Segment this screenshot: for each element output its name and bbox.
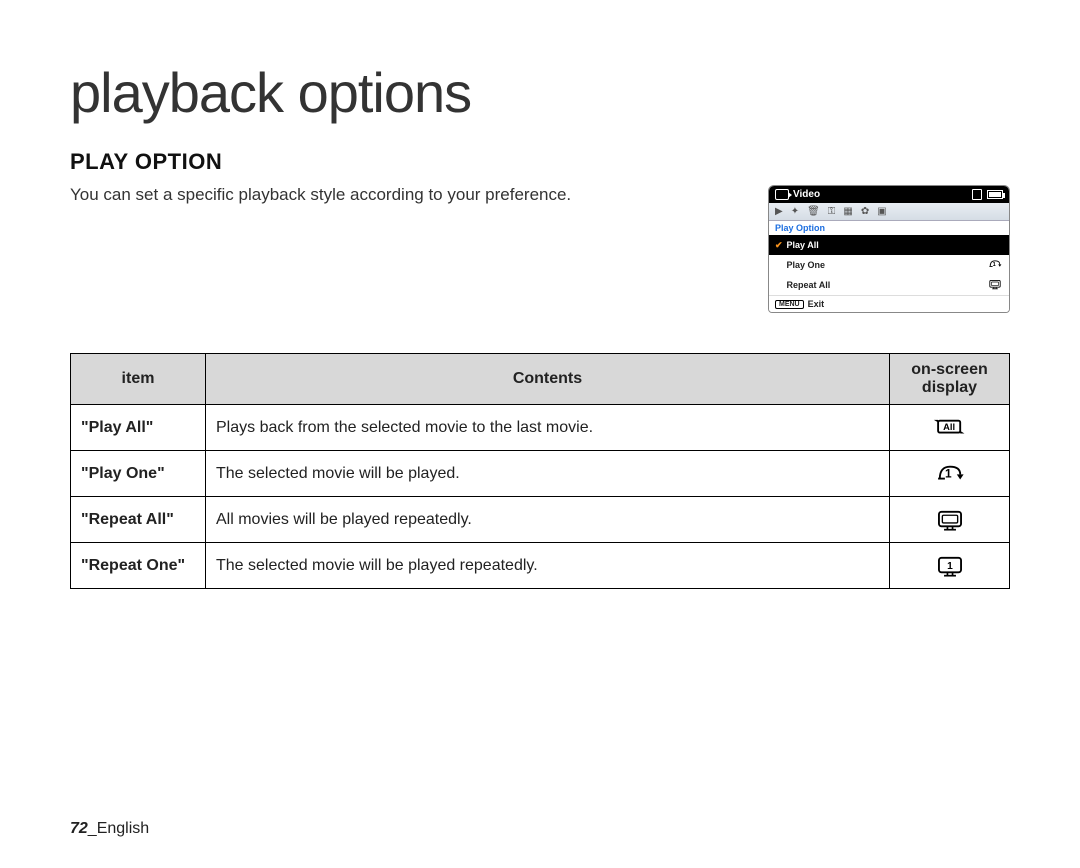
lock-tab-icon: ⚿ (828, 206, 836, 217)
table-cell-icon (890, 543, 1010, 589)
osd-tab-bar: ▶ ✦ 🗑 ⚿ ▦ ✿ ▣ (769, 203, 1009, 221)
osd-header-label: Video (793, 189, 820, 200)
table-cell-icon (890, 497, 1010, 543)
section-heading: PLAY OPTION (70, 149, 1010, 175)
page-footer: 72_English (70, 820, 149, 838)
table-header-contents: Contents (206, 354, 890, 405)
section-description: You can set a specific playback style ac… (70, 185, 748, 205)
repeat-all-icon (987, 277, 1003, 293)
osd-menu-badge: MENU (775, 300, 804, 309)
osd-item: ✔Play One (769, 255, 1009, 275)
table-cell-item: "Play All" (71, 405, 206, 451)
card-icon (972, 189, 982, 200)
osd-item: ✔ Play All (769, 235, 1009, 255)
tag-tab-icon: ✦ (791, 206, 799, 217)
play-tab-icon: ▶ (775, 206, 783, 217)
table-cell-icon (890, 451, 1010, 497)
table-row: "Repeat One"The selected movie will be p… (71, 543, 1010, 589)
all-icon (900, 412, 999, 443)
table-cell-contents: Plays back from the selected movie to th… (206, 405, 890, 451)
battery-icon (987, 190, 1003, 199)
trash-tab-icon: 🗑 (807, 206, 820, 217)
check-icon: ✔ (775, 240, 783, 251)
table-cell-contents: All movies will be played repeatedly. (206, 497, 890, 543)
page-title: playback options (70, 60, 1010, 125)
footer-separator: _ (88, 820, 97, 837)
table-cell-contents: The selected movie will be played repeat… (206, 543, 890, 589)
table-cell-item: "Repeat One" (71, 543, 206, 589)
footer-language: English (97, 820, 149, 837)
one-icon (987, 257, 1003, 273)
osd-footer-text: Exit (808, 299, 825, 309)
table-cell-contents: The selected movie will be played. (206, 451, 890, 497)
table-row: "Play One"The selected movie will be pla… (71, 451, 1010, 497)
table-cell-item: "Play One" (71, 451, 206, 497)
osd-item-label: Repeat All (787, 280, 831, 290)
grid-tab-icon: ▦ (843, 206, 852, 217)
osd-list: ✔ Play All ✔Play One✔Repeat All (769, 235, 1009, 295)
table-row: "Play All"Plays back from the selected m… (71, 405, 1010, 451)
table-cell-icon (890, 405, 1010, 451)
repeat-one-icon (900, 550, 999, 581)
one-icon (900, 458, 999, 489)
rec-tab-icon: ▣ (877, 206, 886, 217)
options-table: item Contents on-screen display "Play Al… (70, 353, 1010, 589)
osd-tab-label: Play Option (769, 221, 1009, 235)
page-number: 72 (70, 820, 88, 837)
camera-icon (775, 189, 789, 200)
table-header-display: on-screen display (890, 354, 1010, 405)
osd-item: ✔Repeat All (769, 275, 1009, 295)
table-row: "Repeat All"All movies will be played re… (71, 497, 1010, 543)
table-cell-item: "Repeat All" (71, 497, 206, 543)
all-icon (987, 237, 1003, 253)
osd-preview: Video ▶ ✦ 🗑 ⚿ ▦ ✿ ▣ Play Option ✔ Play Al… (768, 185, 1010, 313)
repeat-all-icon (900, 504, 999, 535)
osd-item-label: Play One (787, 260, 826, 270)
table-header-item: item (71, 354, 206, 405)
osd-item-label: Play All (787, 240, 819, 250)
gear-tab-icon: ✿ (861, 206, 869, 217)
